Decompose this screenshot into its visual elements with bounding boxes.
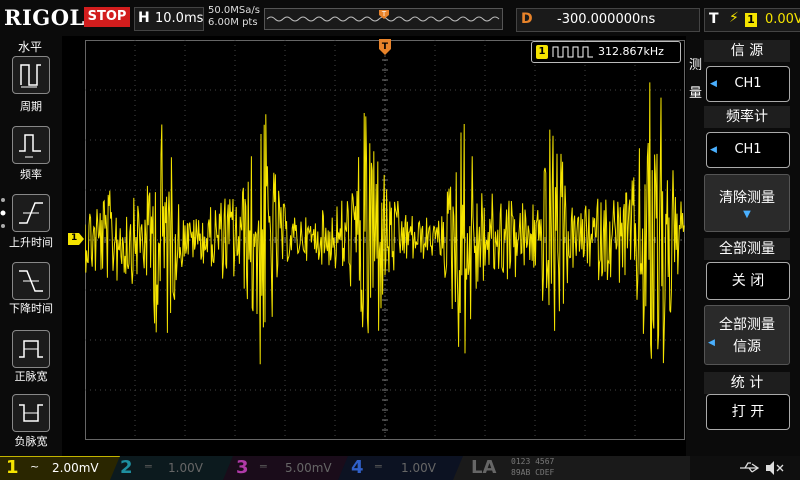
period-label: 周期	[20, 100, 42, 113]
delay-letter: D	[521, 11, 533, 27]
clear-measure-label: 清除测量	[719, 190, 775, 206]
statistics-value: 打 开	[731, 404, 765, 420]
ch1-status[interactable]: 1 ~ 2.00mV	[0, 456, 115, 480]
all-measure-toggle[interactable]: 关 闭	[706, 262, 790, 300]
rising-edge-icon: ⚡	[729, 10, 739, 26]
ch2-status[interactable]: 2 ═ 1.00V	[115, 456, 230, 480]
waveform-display[interactable]	[85, 40, 685, 440]
ch4-number: 4	[351, 457, 364, 478]
all-measure-title: 全部测量	[704, 238, 790, 260]
la-digits-bottom: 89AB CDEF	[511, 468, 555, 477]
period-button[interactable]	[12, 56, 50, 94]
square-wave-icon	[552, 46, 593, 58]
menu-title: 水平	[18, 40, 43, 54]
rise-time-button[interactable]	[12, 194, 50, 232]
frequency-button[interactable]	[12, 126, 50, 164]
ch3-status[interactable]: 3 ═ 5.00mV	[230, 456, 345, 480]
trigger-settings[interactable]: T ⚡ 1 0.00V	[704, 8, 800, 32]
la-channel-grid: 0123 4567 89AB CDEF	[511, 456, 554, 478]
positive-width-label: 正脉宽	[14, 370, 48, 383]
period-icon	[20, 64, 41, 88]
all-measure-source-line2: 信源	[733, 339, 761, 355]
memory-overview-strip: T	[264, 8, 503, 30]
ch4-coupling-icon: ═	[375, 460, 382, 473]
clear-measure-button[interactable]: 清除测量 ▼	[704, 174, 790, 232]
sample-rate: 50.0MSa/s	[208, 5, 260, 16]
trigger-position-marker-icon: T	[379, 39, 391, 55]
acquisition-info: 50.0MSa/s 6.00M pts	[208, 5, 260, 29]
source-select[interactable]: ◀ CH1	[706, 66, 790, 102]
horizontal-letter: H	[138, 10, 150, 26]
chevron-left-icon: ◀	[708, 338, 715, 348]
horizontal-timebase[interactable]: H 10.0ms	[134, 7, 204, 31]
trigger-delay[interactable]: D -300.000000ns	[516, 8, 700, 32]
fall-time-label: 下降时间	[9, 302, 53, 315]
source-value: CH1	[734, 76, 762, 91]
ch4-scale: 1.00V	[401, 461, 436, 475]
freq-counter-value: CH1	[734, 142, 762, 157]
all-measure-source-button[interactable]: ◀ 全部测量 信源	[704, 305, 790, 365]
usb-icon	[740, 462, 760, 473]
timebase-value: 10.0ms	[155, 11, 204, 26]
svg-text:T: T	[382, 42, 389, 52]
la-digits-top: 0123 4567	[511, 457, 555, 466]
ch1-marker-label: 1	[71, 233, 78, 243]
logic-analyzer-status[interactable]: LA 0123 4567 89AB CDEF	[465, 456, 690, 480]
brand-logo: RIGOL	[4, 5, 85, 30]
left-page-dots-icon	[0, 198, 6, 228]
statistics-title: 统 计	[704, 372, 790, 394]
frequency-value: 312.867kHz	[598, 45, 664, 58]
ch2-coupling-icon: ═	[145, 460, 152, 473]
ch1-coupling-icon: ~	[30, 460, 40, 473]
freq-counter-select[interactable]: ◀ CH1	[706, 132, 790, 168]
memory-waveform-icon: T	[266, 10, 500, 22]
measure-side-label: 测量	[689, 58, 703, 101]
frequency-icon	[19, 134, 41, 158]
ch4-status[interactable]: 4 ═ 1.00V	[345, 456, 460, 480]
rise-time-icon	[19, 202, 43, 224]
negative-width-button[interactable]	[12, 394, 50, 432]
rise-time-label: 上升时间	[9, 236, 53, 249]
memory-depth: 6.00M pts	[208, 17, 258, 28]
negative-width-label: 负脉宽	[14, 435, 48, 448]
delay-value: -300.000000ns	[557, 12, 656, 27]
chevron-left-icon: ◀	[710, 79, 717, 89]
freq-channel-badge: 1	[536, 45, 548, 59]
trigger-letter: T	[709, 11, 719, 27]
la-label: LA	[471, 457, 497, 478]
source-title: 信 源	[704, 40, 790, 62]
trigger-source-badge: 1	[745, 13, 757, 27]
ch2-scale: 1.00V	[168, 461, 203, 475]
trigger-level: 0.00V	[765, 12, 800, 27]
ch3-number: 3	[236, 457, 249, 478]
ch1-scale: 2.00mV	[52, 461, 99, 475]
frequency-counter-readout: 1 312.867kHz	[531, 41, 681, 63]
positive-width-icon	[19, 340, 43, 358]
positive-width-button[interactable]	[12, 330, 50, 368]
chevron-down-icon: ▼	[743, 209, 751, 220]
all-measure-source-line1: 全部测量	[719, 317, 775, 333]
all-measure-value: 关 闭	[731, 273, 765, 289]
ch3-coupling-icon: ═	[260, 460, 267, 473]
fall-time-icon	[19, 270, 43, 292]
svg-text:T: T	[381, 10, 387, 18]
ch2-number: 2	[120, 457, 133, 478]
run-stop-status[interactable]: STOP	[84, 7, 130, 27]
ch3-scale: 5.00mV	[285, 461, 332, 475]
speaker-muted-icon[interactable]	[764, 460, 784, 476]
measure-category-menu: 水平 周期 频率 上升时间 下降时间 正脉宽 负脉宽	[0, 36, 62, 456]
negative-width-icon	[19, 404, 43, 422]
chevron-left-icon: ◀	[710, 145, 717, 155]
ch1-number: 1	[6, 457, 19, 478]
frequency-label: 频率	[20, 168, 42, 181]
fall-time-button[interactable]	[12, 262, 50, 300]
channel-status-bar: 1 ~ 2.00mV 2 ═ 1.00V 3 ═ 5.00mV 4 ═ 1.00…	[0, 456, 800, 480]
freq-counter-title: 频率计	[704, 106, 790, 128]
statistics-toggle[interactable]: 打 开	[706, 394, 790, 430]
